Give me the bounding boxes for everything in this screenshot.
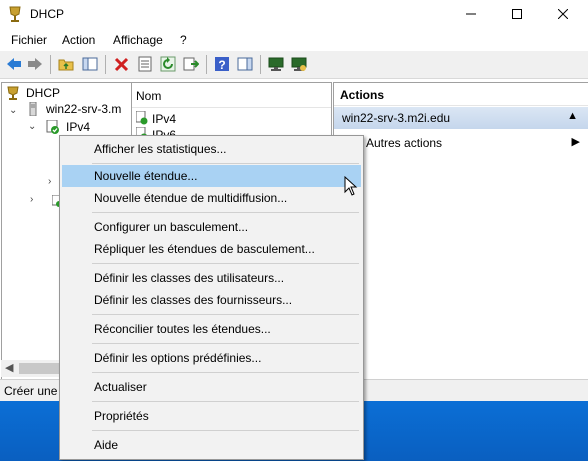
list-item-label: IPv4: [152, 112, 177, 126]
toolbar-separator: [50, 55, 51, 74]
actions-group-label: win22-srv-3.m2i.edu: [342, 111, 451, 125]
export-list-icon[interactable]: [183, 56, 199, 72]
menu-separator: [92, 343, 359, 344]
menu-help[interactable]: ?: [180, 33, 187, 47]
menu-item-classes-utilisateurs[interactable]: Définir les classes des utilisateurs...: [62, 267, 361, 289]
menu-item-aide[interactable]: Aide: [62, 434, 361, 456]
menu-item-label: Définir les classes des utilisateurs...: [94, 271, 285, 285]
menu-affichage[interactable]: Affichage: [113, 33, 163, 47]
ipv4-icon: [46, 120, 59, 134]
actions-header-label: Actions: [340, 88, 385, 102]
menu-action[interactable]: Action: [62, 33, 95, 47]
menu-fichier[interactable]: Fichier: [11, 33, 47, 47]
expand-chevron-icon[interactable]: ⌄: [28, 121, 36, 132]
toolbar-separator: [206, 55, 207, 74]
up-folder-icon[interactable]: [58, 56, 74, 72]
maximize-icon: [512, 9, 522, 19]
menu-item-actualiser[interactable]: Actualiser: [62, 376, 361, 398]
svg-text:?: ?: [218, 58, 225, 72]
window-title: DHCP: [30, 7, 65, 21]
ipv4-icon: [136, 111, 148, 125]
server-connect-icon[interactable]: [291, 56, 307, 72]
actions-pane: Actions win22-srv-3.m2i.edu ▲ Autres act…: [333, 82, 588, 380]
menu-item-afficher-statistiques[interactable]: Afficher les statistiques...: [62, 138, 361, 160]
context-menu: Afficher les statistiques... Nouvelle ét…: [59, 135, 364, 460]
menu-item-nouvelle-etendue-multidiffusion[interactable]: Nouvelle étendue de multidiffusion...: [62, 187, 361, 209]
toolbar: ?: [0, 51, 588, 79]
toolbar-separator: [105, 55, 106, 74]
menu-item-nouvelle-etendue[interactable]: Nouvelle étendue...: [62, 165, 361, 187]
minimize-button[interactable]: [448, 0, 494, 28]
menu-item-label: Définir les classes des fournisseurs...: [94, 293, 293, 307]
menu-item-label: Afficher les statistiques...: [94, 142, 227, 156]
menu-item-label: Nouvelle étendue de multidiffusion...: [94, 191, 288, 205]
status-text: Créer une é: [4, 384, 68, 398]
action-label: Autres actions: [366, 136, 443, 150]
tree-horizontal-scrollbar[interactable]: ◀: [1, 360, 59, 377]
menu-item-label: Nouvelle étendue...: [94, 169, 198, 183]
collapse-caret-icon[interactable]: ▲: [567, 110, 578, 122]
menu-item-options-predefinies[interactable]: Définir les options prédéfinies...: [62, 347, 361, 369]
dhcp-trophy-icon: [7, 86, 19, 100]
server-icon: [29, 102, 37, 116]
menu-item-configurer-basculement[interactable]: Configurer un basculement...: [62, 216, 361, 238]
tree-label-server: win22-srv-3.m: [46, 102, 122, 116]
menu-item-proprietes[interactable]: Propriétés: [62, 405, 361, 427]
menu-separator: [92, 372, 359, 373]
tree-label-dhcp: DHCP: [26, 86, 61, 100]
menu-item-label: Réconcilier toutes les étendues...: [94, 322, 271, 336]
toolbar-separator: [260, 55, 261, 74]
help-icon[interactable]: ?: [214, 56, 230, 72]
menu-item-label: Définir les options prédéfinies...: [94, 351, 262, 365]
menu-item-label: Propriétés: [94, 409, 149, 423]
close-icon: [557, 8, 569, 20]
mouse-cursor-icon: [344, 176, 358, 196]
menu-separator: [92, 314, 359, 315]
menu-item-label: Configurer un basculement...: [94, 220, 249, 234]
dhcp-app-icon: [9, 6, 21, 22]
back-arrow-icon[interactable]: [6, 56, 22, 72]
delete-icon[interactable]: [114, 56, 130, 72]
expand-arrow-icon[interactable]: ›: [30, 194, 33, 205]
menu-separator: [92, 163, 359, 164]
action-autres-actions[interactable]: Autres actions ▶: [334, 133, 588, 153]
server-monitor-icon[interactable]: [268, 56, 284, 72]
menu-item-reconcilier-etendues[interactable]: Réconcilier toutes les étendues...: [62, 318, 361, 340]
actions-header: Actions: [334, 83, 588, 106]
close-button[interactable]: [540, 0, 586, 28]
expand-chevron-icon[interactable]: ⌄: [9, 105, 17, 116]
submenu-arrow-icon: ▶: [571, 136, 580, 148]
menu-item-classes-fournisseurs[interactable]: Définir les classes des fournisseurs...: [62, 289, 361, 311]
column-header-nom[interactable]: Nom: [132, 83, 331, 108]
scrollbar-thumb[interactable]: [19, 363, 59, 374]
menu-item-label: Répliquer les étendues de basculement...: [94, 242, 315, 256]
tree-label-ipv4: IPv4: [66, 120, 91, 134]
column-header-label: Nom: [136, 89, 162, 103]
menu-separator: [92, 212, 359, 213]
properties-icon[interactable]: [137, 56, 153, 72]
menu-separator: [92, 263, 359, 264]
expand-arrow-icon[interactable]: ›: [48, 176, 51, 187]
menu-separator: [92, 401, 359, 402]
menu-item-repliquer-etendues[interactable]: Répliquer les étendues de basculement...: [62, 238, 361, 260]
menu-bar: Fichier Action Affichage ?: [0, 29, 588, 51]
maximize-button[interactable]: [494, 0, 540, 28]
action-pane-icon[interactable]: [237, 56, 253, 72]
menu-item-label: Actualiser: [94, 380, 147, 394]
console-tree-icon[interactable]: [82, 56, 98, 72]
menu-item-label: Aide: [94, 438, 119, 452]
refresh-icon[interactable]: [160, 56, 176, 72]
minimize-icon: [466, 13, 476, 15]
scroll-left-icon[interactable]: ◀: [5, 361, 13, 374]
menu-separator: [92, 430, 359, 431]
forward-arrow-icon[interactable]: [27, 56, 43, 72]
actions-group-server[interactable]: win22-srv-3.m2i.edu ▲: [334, 107, 588, 129]
title-bar[interactable]: DHCP: [0, 0, 588, 28]
